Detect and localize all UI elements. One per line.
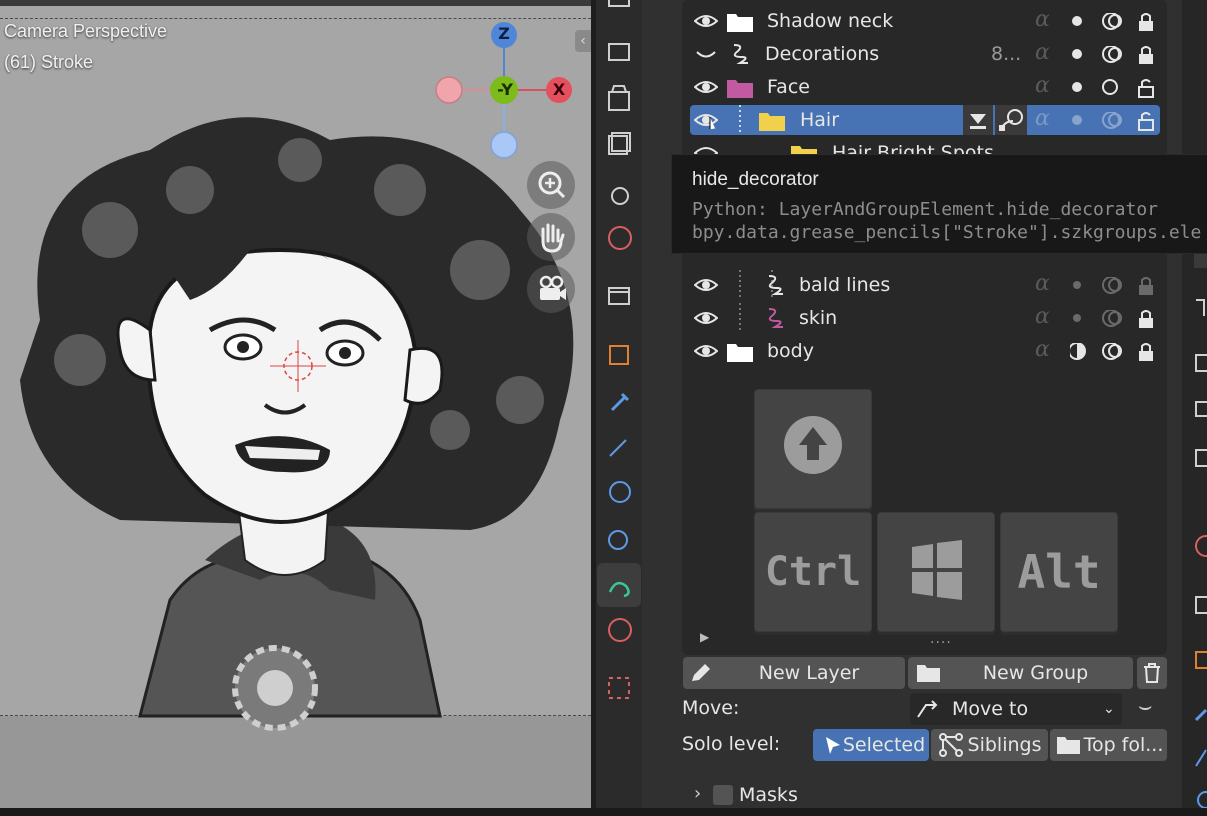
3d-viewport[interactable]: Camera Perspective (61) Stroke Z -Y X ‹ [0, 0, 591, 808]
hand-pan-icon[interactable] [527, 213, 575, 261]
solo-top-folder-button[interactable]: Top fol... [1050, 729, 1167, 761]
collapse-chevron-icon[interactable]: ⌣ [1138, 694, 1152, 719]
layer-row-face[interactable]: Face α [690, 72, 1160, 102]
layer-name: Decorations [765, 43, 880, 65]
siblings-icon [939, 733, 963, 757]
zoom-icon[interactable] [527, 161, 575, 209]
camera-icon[interactable] [527, 265, 575, 313]
layer-name: Hair Bright Spots [832, 142, 994, 154]
gizmo-x-label: X [552, 80, 566, 99]
move-label: Move: [682, 697, 740, 719]
chevron-down-icon: ⌄ [1103, 701, 1115, 717]
eye-icon[interactable] [694, 309, 718, 327]
key-ctrl: Ctrl [754, 512, 872, 632]
viewport-header-strip [0, 0, 591, 6]
layer-name: Shadow neck [767, 10, 894, 32]
folder-icon [1057, 737, 1080, 754]
folder-yellow-icon [759, 113, 785, 131]
list-resize-handle[interactable]: .... [930, 631, 952, 647]
layer-row-decorations[interactable]: Decorations 8... α [690, 39, 1160, 69]
layer-toggles[interactable]: α [1035, 337, 1160, 363]
alpha-icon[interactable]: α [1035, 40, 1050, 65]
cursor-arrow-icon [826, 737, 840, 754]
gizmo-z-label: Z [498, 24, 510, 43]
alpha-icon[interactable]: α [1035, 7, 1050, 32]
stroke-pink-icon [768, 308, 783, 328]
gizmo-y-label: -Y [497, 80, 513, 99]
eye-icon[interactable] [694, 276, 718, 294]
masks-checkbox[interactable] [713, 785, 733, 805]
layer-toggles[interactable]: α [1035, 40, 1160, 66]
layer-row-hair[interactable]: Hair α [690, 105, 1160, 135]
solo-siblings-button[interactable]: Siblings [931, 729, 1048, 761]
masks-expand-icon[interactable]: › [694, 783, 701, 804]
camera-frame-top [0, 18, 591, 19]
key-windows [877, 512, 995, 632]
link-decorator-icon[interactable] [995, 105, 1027, 135]
move-to-dropdown[interactable]: Move to ⌄ [910, 693, 1122, 725]
tooltip-title: hide_decorator [692, 169, 819, 190]
delete-button[interactable] [1137, 657, 1167, 689]
folder-yellow-icon [791, 146, 817, 154]
stroke-icon [768, 275, 783, 295]
properties-tab-icons [608, 0, 632, 699]
alpha-icon[interactable]: α [1035, 304, 1050, 329]
layer-row-body[interactable]: body α [690, 336, 1160, 366]
layer-toggles[interactable]: α [1035, 7, 1160, 33]
layer-toggles[interactable]: α [1035, 73, 1160, 99]
layer-row-shadow-neck[interactable]: Shadow neck α [690, 6, 1160, 36]
new-layer-button[interactable]: New Layer [683, 657, 905, 689]
layer-name: body [767, 340, 814, 362]
folder-icon [727, 14, 753, 32]
layer-row-hair-bright-spots[interactable]: Hair Bright Spots [690, 138, 1160, 154]
alpha-icon[interactable]: α [1035, 271, 1050, 296]
new-group-button[interactable]: New Group [908, 657, 1133, 689]
expand-arrow-icon[interactable]: ▶ [700, 630, 709, 644]
layer-name: Hair [800, 109, 840, 131]
alpha-icon[interactable]: α [1035, 73, 1050, 98]
layer-name: bald lines [799, 274, 891, 296]
key-alt: Alt [1000, 512, 1118, 632]
layer-count: 8... [991, 43, 1022, 65]
tooltip-data-path: bpy.data.grease_pencils["Stroke"].szkgro… [692, 222, 1202, 243]
eye-icon[interactable] [694, 144, 718, 154]
layer-name: Face [767, 76, 810, 98]
key-shift [754, 389, 872, 509]
view-object-info: (61) Stroke [4, 52, 94, 72]
folder-pink-icon [727, 80, 753, 98]
tooltip: hide_decorator Python: LayerAndGroupElem… [671, 154, 1207, 254]
pencil-icon [692, 664, 710, 681]
layer-name: skin [799, 307, 838, 329]
layer-toggles[interactable]: α [1035, 271, 1160, 297]
solo-level-label: Solo level: [682, 733, 781, 755]
layer-toggles[interactable]: α [1035, 304, 1160, 330]
layer-row-skin[interactable]: skin α [690, 303, 1160, 333]
adjacent-editor-tabs [1182, 0, 1207, 809]
stroke-icon [733, 44, 748, 64]
eye-closed-icon[interactable] [694, 45, 718, 63]
eye-icon[interactable] [694, 78, 718, 96]
tooltip-python-line: Python: LayerAndGroupElement.hide_decora… [692, 199, 1158, 220]
sidebar-toggle-icon[interactable]: ‹ [575, 30, 591, 52]
folder-icon [727, 344, 753, 362]
collapse-down-icon[interactable] [963, 105, 993, 135]
eye-icon[interactable] [694, 12, 718, 30]
trash-icon [1144, 663, 1160, 683]
masks-label: Masks [739, 784, 798, 806]
alpha-icon[interactable]: α [1035, 106, 1050, 131]
move-icon [917, 700, 938, 718]
folder-icon [917, 665, 940, 682]
eye-icon[interactable] [694, 342, 718, 360]
layer-toggles[interactable]: α [1035, 106, 1160, 132]
status-bar [0, 808, 1207, 816]
solo-selected-button[interactable]: Selected [813, 729, 929, 761]
view-title: Camera Perspective [4, 21, 168, 41]
layer-row-bald-lines[interactable]: bald lines α [690, 270, 1160, 300]
render-icon [608, 43, 630, 61]
alpha-icon[interactable]: α [1035, 337, 1050, 362]
character-drawing [20, 117, 574, 731]
eye-icon[interactable] [694, 111, 718, 129]
